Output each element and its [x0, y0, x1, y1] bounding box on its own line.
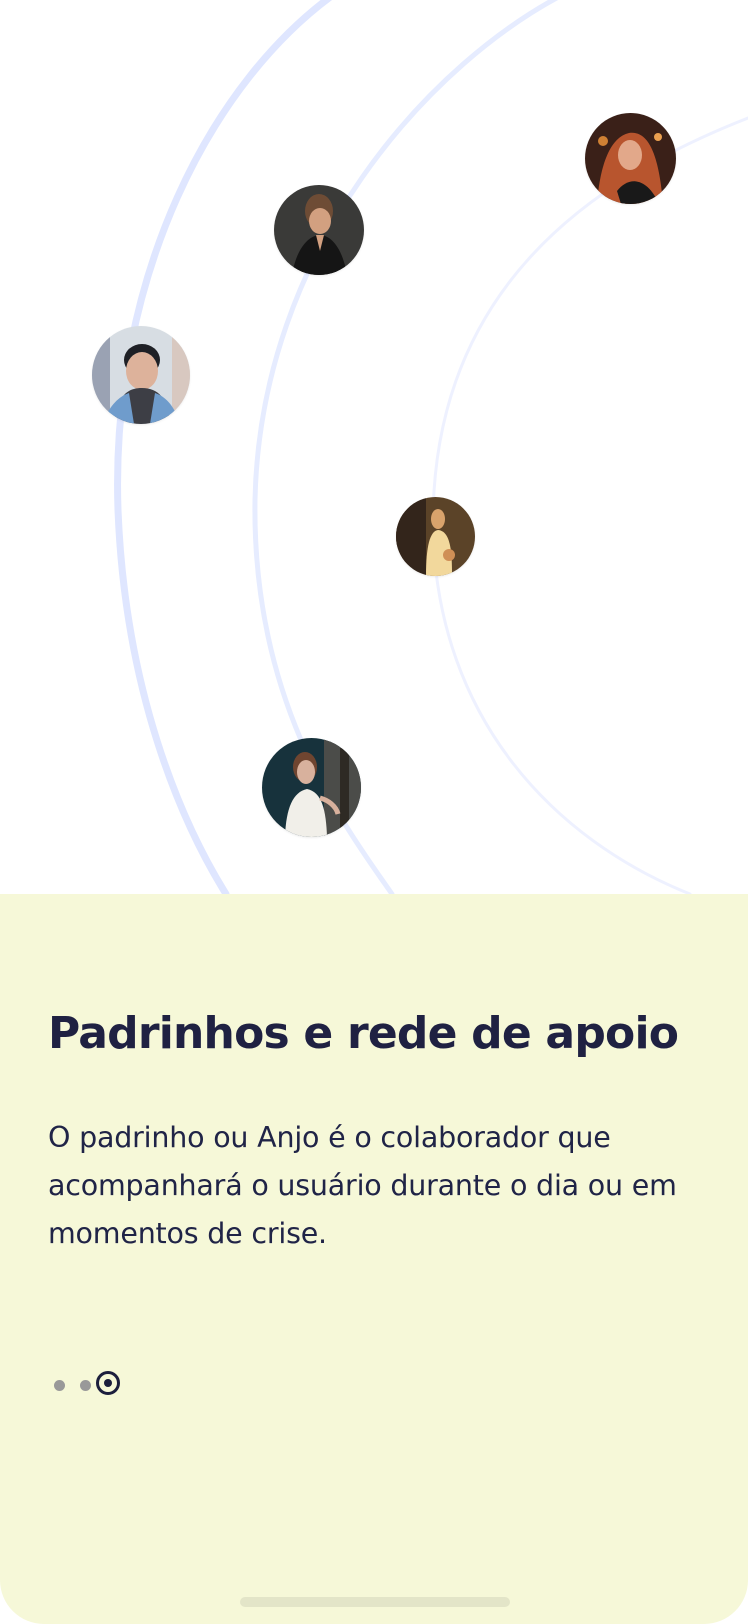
avatar-photo [396, 497, 475, 576]
page-title: Padrinhos e rede de apoio [48, 1008, 679, 1059]
pager-dot-2[interactable] [80, 1380, 91, 1391]
onboarding-screen: Padrinhos e rede de apoio O padrinho ou … [0, 0, 748, 1624]
pager-dot-1[interactable] [54, 1380, 65, 1391]
pager-dot-3-active[interactable] [96, 1371, 120, 1395]
description-text: O padrinho ou Anjo é o colaborador que a… [48, 1121, 677, 1250]
avatar-photo [274, 185, 364, 275]
avatar-photo [92, 326, 190, 424]
avatar-photo [262, 738, 361, 837]
home-indicator [240, 1597, 510, 1607]
onboarding-content-panel: Padrinhos e rede de apoio O padrinho ou … [0, 894, 748, 1624]
support-network-illustration [0, 0, 748, 894]
page-indicator[interactable] [54, 1368, 134, 1404]
avatar-photo [585, 113, 676, 204]
